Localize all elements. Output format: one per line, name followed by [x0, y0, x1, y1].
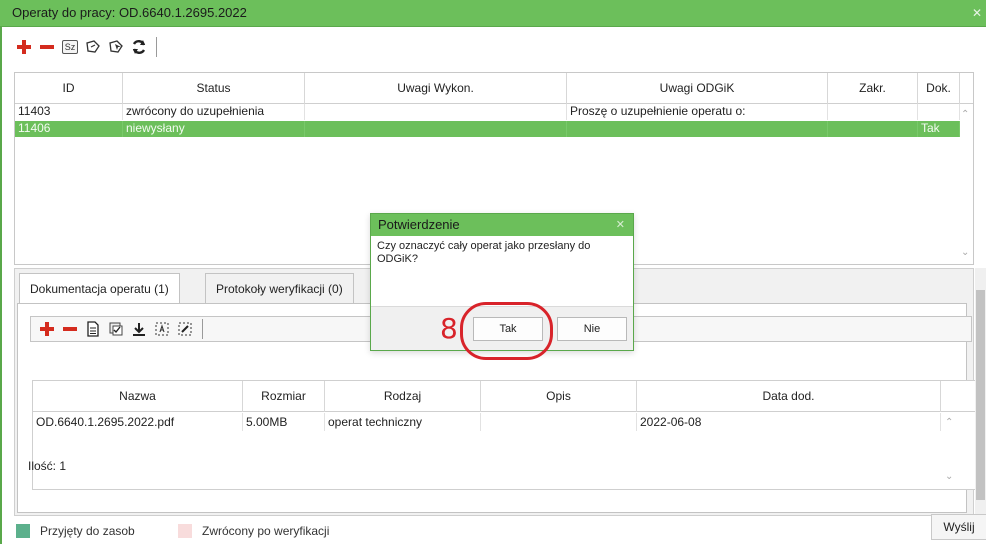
column-header-rozmiar[interactable]: Rozmiar	[243, 381, 325, 412]
legend-label-accepted: Przyjęty do zasob	[40, 524, 135, 538]
column-header-rodzaj[interactable]: Rodzaj	[325, 381, 481, 412]
cell-zakr	[828, 104, 918, 120]
select-polygon-button[interactable]	[106, 37, 126, 57]
tab-protokoly[interactable]: Protokoły weryfikacji (0)	[205, 273, 354, 303]
sz-button[interactable]: Sz	[60, 37, 80, 57]
column-header-uwagi-wykon[interactable]: Uwagi Wykon.	[305, 73, 567, 104]
main-toolbar: Sz	[14, 36, 157, 58]
minus-icon	[40, 45, 54, 49]
legend-accepted: Przyjęty do zasob	[16, 524, 135, 538]
cell-nazwa: OD.6640.1.2695.2022.pdf	[33, 413, 243, 431]
dashed-edit-icon	[178, 322, 192, 336]
legend-label-returned: Zwrócony po weryfikacji	[202, 524, 330, 538]
table-header: ID Status Uwagi Wykon. Uwagi ODGiK Zakr.…	[15, 73, 973, 104]
column-header-opis[interactable]: Opis	[481, 381, 637, 412]
dialog-title: Potwierdzenie	[378, 217, 460, 232]
column-header-zakr[interactable]: Zakr.	[828, 73, 918, 104]
legend-returned: Zwrócony po weryfikacji	[178, 524, 329, 538]
polygon-edit-icon	[86, 40, 100, 53]
toolbar-separator	[156, 37, 157, 57]
polygon-select-icon	[109, 40, 123, 53]
dashed-select-icon	[155, 322, 169, 336]
cell-data-dod: 2022-06-08	[637, 413, 941, 431]
download-icon	[133, 323, 145, 336]
plus-icon	[17, 40, 31, 54]
remove-button[interactable]	[37, 37, 57, 57]
dialog-titlebar: Potwierdzenie ✕	[371, 214, 633, 236]
toolbar-separator	[202, 319, 203, 339]
cell-id: 11406	[15, 121, 123, 137]
edit-polygon-button[interactable]	[83, 37, 103, 57]
table-row-selected[interactable]: 11406 niewysłany Tak	[15, 121, 960, 137]
send-button[interactable]: Wyślij	[931, 514, 986, 540]
scroll-up-icon[interactable]: ⌃	[945, 417, 953, 428]
documents-table: Nazwa Rozmiar Rodzaj Opis Data dod. OD.6…	[32, 380, 986, 490]
cell-zakr	[828, 121, 918, 137]
refresh-icon	[132, 40, 146, 54]
download-button[interactable]	[129, 319, 149, 339]
column-header-data-dod[interactable]: Data dod.	[637, 381, 941, 412]
scroll-down-icon[interactable]: ⌄	[961, 247, 969, 258]
verify-document-button[interactable]	[106, 319, 126, 339]
column-header-dok[interactable]: Dok.	[918, 73, 960, 104]
tab-dokumentacja[interactable]: Dokumentacja operatu (1)	[19, 273, 180, 304]
cell-uwagi-odgik: Proszę o uzupełnienie operatu o:	[567, 104, 828, 120]
add-document-button[interactable]	[37, 319, 57, 339]
table-row[interactable]: OD.6640.1.2695.2022.pdf 5.00MB operat te…	[33, 413, 941, 431]
annotation-circle	[460, 302, 553, 360]
plus-icon	[40, 322, 54, 336]
add-button[interactable]	[14, 37, 34, 57]
close-icon[interactable]: ✕	[972, 6, 982, 20]
documents-count: Ilość: 1	[28, 459, 67, 473]
column-header-nazwa[interactable]: Nazwa	[33, 381, 243, 412]
cell-opis	[481, 413, 637, 431]
no-button[interactable]: Nie	[557, 317, 627, 341]
scrollbar-thumb[interactable]	[976, 290, 985, 500]
edit-area-button[interactable]	[175, 319, 195, 339]
cell-uwagi-wykon	[305, 104, 567, 120]
cell-rozmiar: 5.00MB	[243, 413, 325, 431]
table-row[interactable]: 11403 zwrócony do uzupełnienia Proszę o …	[15, 104, 960, 120]
dialog-message: Czy oznaczyć cały operat jako przesłany …	[377, 240, 591, 265]
legend-swatch-accepted	[16, 524, 30, 538]
column-header-status[interactable]: Status	[123, 73, 305, 104]
cell-dok: Tak	[918, 121, 960, 137]
document-icon	[87, 321, 99, 337]
cell-status: niewysłany	[123, 121, 305, 137]
cell-dok	[918, 104, 960, 120]
select-area-button[interactable]	[152, 319, 172, 339]
scroll-up-icon[interactable]: ⌃	[961, 109, 969, 120]
cell-uwagi-wykon	[305, 121, 567, 137]
window-left-edge	[0, 27, 2, 544]
minus-icon	[63, 327, 77, 331]
cell-rodzaj: operat techniczny	[325, 413, 481, 431]
close-icon[interactable]: ✕	[616, 218, 625, 231]
window-titlebar: Operaty do pracy: OD.6640.1.2695.2022 ✕	[0, 0, 986, 27]
cell-id: 11403	[15, 104, 123, 120]
scroll-down-icon[interactable]: ⌄	[945, 471, 953, 482]
document-properties-button[interactable]	[83, 319, 103, 339]
column-header-id[interactable]: ID	[15, 73, 123, 104]
column-header-uwagi-odgik[interactable]: Uwagi ODGiK	[567, 73, 828, 104]
legend-swatch-returned	[178, 524, 192, 538]
remove-document-button[interactable]	[60, 319, 80, 339]
checklist-icon	[109, 322, 123, 336]
table-header: Nazwa Rozmiar Rodzaj Opis Data dod.	[33, 381, 985, 412]
sz-icon: Sz	[61, 40, 79, 54]
window-title: Operaty do pracy: OD.6640.1.2695.2022	[12, 5, 247, 20]
panel-scrollbar[interactable]	[975, 268, 986, 516]
cell-uwagi-odgik	[567, 121, 828, 137]
refresh-button[interactable]	[129, 37, 149, 57]
annotation-number: 8	[440, 312, 458, 345]
cell-status: zwrócony do uzupełnienia	[123, 104, 305, 120]
